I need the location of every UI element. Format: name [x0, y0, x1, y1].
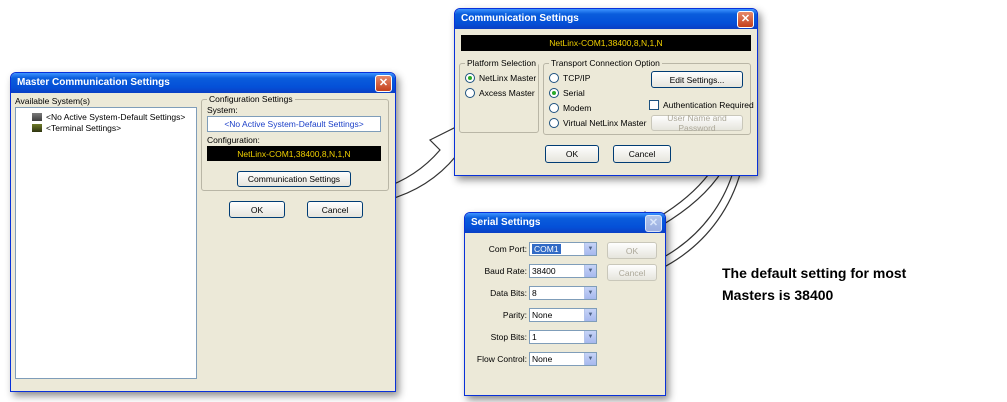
data-bits-label: Data Bits:: [490, 288, 527, 298]
configuration-label: Configuration:: [207, 135, 260, 145]
ok-button[interactable]: OK: [229, 201, 285, 218]
chevron-down-icon[interactable]: ▼: [584, 309, 596, 321]
serial-dialog-titlebar: Serial Settings ✕: [465, 213, 665, 233]
radio-selected-icon: [465, 73, 475, 83]
chevron-down-icon[interactable]: ▼: [584, 353, 596, 365]
authentication-required-checkbox[interactable]: Authentication Required: [649, 100, 754, 110]
terminal-icon: [32, 124, 42, 132]
checkbox-icon: [649, 100, 659, 110]
edit-settings-button[interactable]: Edit Settings...: [651, 71, 743, 88]
flow-control-value: None: [532, 354, 553, 364]
chevron-down-icon[interactable]: ▼: [584, 265, 596, 277]
chevron-down-icon[interactable]: ▼: [584, 243, 596, 255]
system-icon: [32, 113, 42, 121]
communication-settings-button[interactable]: Communication Settings: [237, 171, 351, 187]
configuration-field: NetLinx-COM1,38400,8,N,1,N: [207, 146, 381, 161]
flow-control-label: Flow Control:: [476, 354, 527, 364]
available-systems-label: Available System(s): [15, 96, 90, 106]
tree-item-terminal-settings[interactable]: <Terminal Settings>: [32, 123, 121, 133]
baud-rate-label: Baud Rate:: [484, 266, 527, 276]
parity-value: None: [532, 310, 553, 320]
cancel-button[interactable]: Cancel: [613, 145, 671, 163]
available-systems-tree[interactable]: <No Active System-Default Settings> <Ter…: [15, 107, 197, 379]
checkbox-label: Authentication Required: [663, 100, 754, 110]
callout-line-2: Masters is 38400: [722, 287, 834, 303]
platform-selection-group-label: Platform Selection: [465, 58, 538, 68]
radio-axcess-master[interactable]: Axcess Master: [465, 88, 535, 98]
parity-label: Parity:: [502, 310, 527, 320]
data-bits-select[interactable]: 8 ▼: [529, 286, 597, 300]
comm-dialog-titlebar: Communication Settings ✕: [455, 9, 757, 29]
user-name-password-button[interactable]: User Name and Password: [651, 113, 743, 133]
radio-label: NetLinx Master: [479, 73, 537, 83]
radio-modem[interactable]: Modem: [549, 103, 591, 113]
master-communication-settings-dialog: Master Communication Settings ✕ Availabl…: [10, 72, 396, 392]
radio-label: Axcess Master: [479, 88, 535, 98]
tree-item-no-active-system[interactable]: <No Active System-Default Settings>: [32, 112, 185, 122]
radio-selected-icon: [549, 88, 559, 98]
close-icon[interactable]: ✕: [375, 75, 392, 92]
master-dialog-titlebar: Master Communication Settings ✕: [11, 73, 395, 93]
radio-label: Virtual NetLinx Master: [563, 118, 647, 128]
data-bits-value: 8: [532, 288, 537, 298]
master-dialog-title: Master Communication Settings: [17, 77, 170, 88]
system-field: <No Active System-Default Settings>: [207, 116, 381, 132]
ok-button[interactable]: OK: [607, 242, 657, 259]
com-port-label: Com Port:: [488, 244, 527, 254]
radio-label: Modem: [563, 103, 592, 113]
cancel-button[interactable]: Cancel: [307, 201, 363, 218]
stop-bits-value: 1: [532, 332, 537, 342]
comm-dialog-title: Communication Settings: [461, 13, 579, 24]
flow-control-select[interactable]: None ▼: [529, 352, 597, 366]
callout-line-1: The default setting for most: [722, 265, 907, 281]
tree-item-label: <No Active System-Default Settings>: [46, 112, 186, 122]
configuration-settings-group-label: Configuration Settings: [207, 94, 295, 104]
baud-rate-value: 38400: [532, 266, 556, 276]
transport-connection-group-label: Transport Connection Option: [549, 58, 662, 68]
cancel-button[interactable]: Cancel: [607, 264, 657, 281]
close-icon[interactable]: ✕: [737, 11, 754, 28]
communication-settings-dialog: Communication Settings ✕ NetLinx-COM1,38…: [454, 8, 758, 176]
serial-settings-dialog: Serial Settings ✕ Com Port: COM1 ▼ Baud …: [464, 212, 666, 396]
chevron-down-icon[interactable]: ▼: [584, 331, 596, 343]
stop-bits-label: Stop Bits:: [490, 332, 527, 342]
chevron-down-icon[interactable]: ▼: [584, 287, 596, 299]
stop-bits-select[interactable]: 1 ▼: [529, 330, 597, 344]
radio-serial[interactable]: Serial: [549, 88, 585, 98]
radio-unselected-icon: [549, 73, 559, 83]
radio-unselected-icon: [465, 88, 475, 98]
parity-select[interactable]: None ▼: [529, 308, 597, 322]
serial-dialog-title: Serial Settings: [471, 217, 541, 228]
radio-netlinx-master[interactable]: NetLinx Master: [465, 73, 536, 83]
radio-virtual-netlinx-master[interactable]: Virtual NetLinx Master: [549, 118, 646, 128]
com-port-select[interactable]: COM1 ▼: [529, 242, 597, 256]
close-icon[interactable]: ✕: [645, 215, 662, 232]
radio-unselected-icon: [549, 103, 559, 113]
connection-banner: NetLinx-COM1,38400,8,N,1,N: [461, 35, 751, 51]
radio-label: Serial: [563, 88, 585, 98]
radio-label: TCP/IP: [563, 73, 591, 83]
com-port-value: COM1: [532, 244, 561, 254]
baud-rate-callout: The default setting for most Masters is …: [722, 262, 1002, 306]
radio-tcpip[interactable]: TCP/IP: [549, 73, 590, 83]
radio-unselected-icon: [549, 118, 559, 128]
tree-item-label: <Terminal Settings>: [46, 123, 122, 133]
baud-rate-select[interactable]: 38400 ▼: [529, 264, 597, 278]
system-label: System:: [207, 105, 238, 115]
ok-button[interactable]: OK: [545, 145, 599, 163]
